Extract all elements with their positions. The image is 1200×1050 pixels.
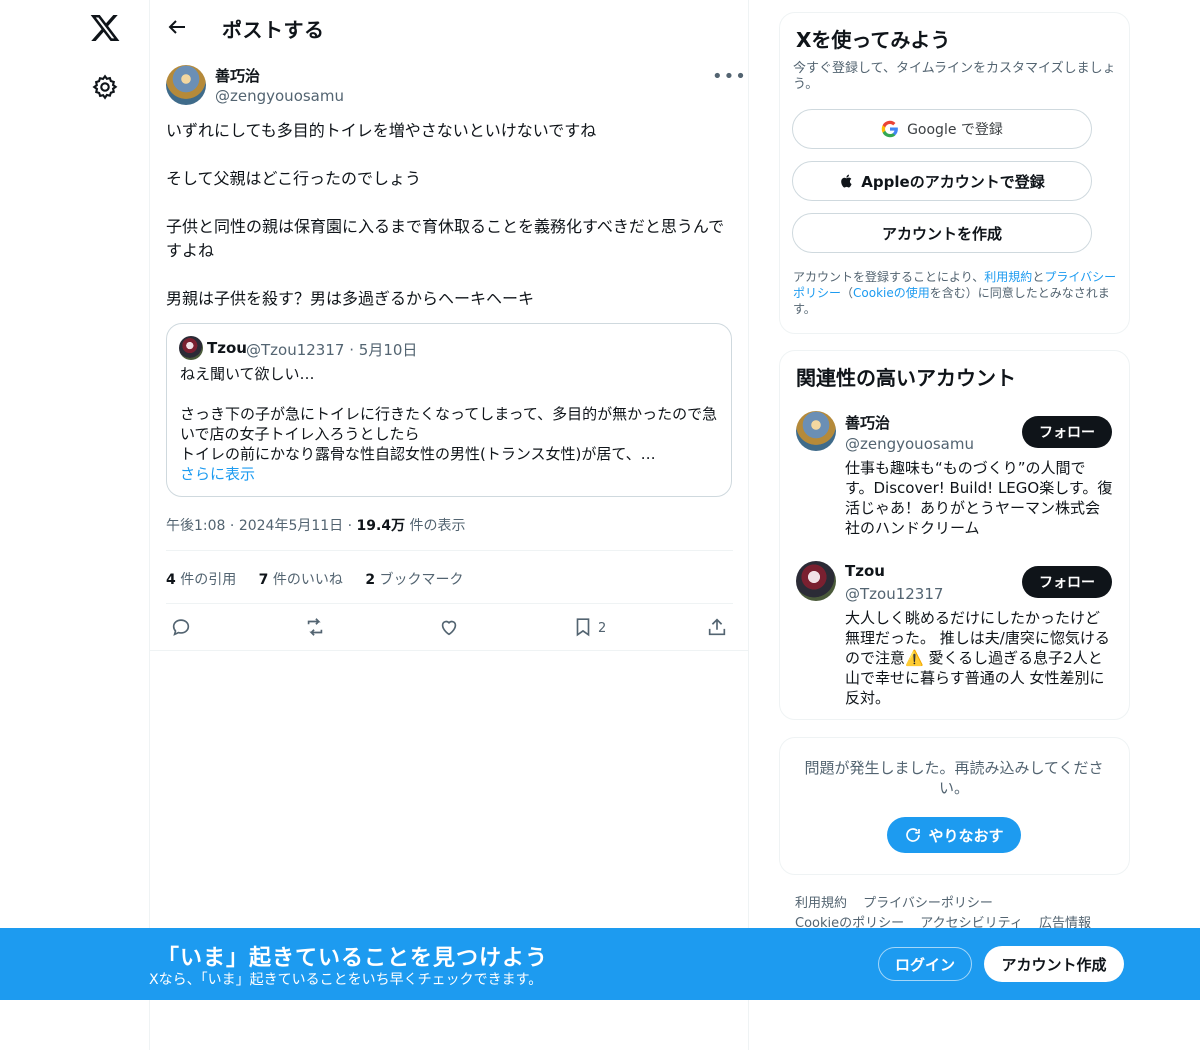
post-paragraph: いずれにしても多目的トイレを増やさないといけないですね [166, 121, 597, 140]
views-label: 件の表示 [409, 518, 466, 534]
post-time[interactable]: 午後1:08 [166, 518, 225, 534]
avatar[interactable] [796, 561, 836, 601]
quote-paragraph: ねえ聞いて欲しい… [180, 365, 315, 383]
signup-title: Xを使ってみよう [796, 28, 951, 52]
follow-button[interactable]: フォロー [1022, 566, 1112, 598]
google-signup-button[interactable]: Google で登録 [792, 109, 1092, 149]
quote-meta: @Tzou12317 · 5月10日 [246, 339, 417, 360]
banner-title: 「いま」起きていることを見つけよう [157, 946, 549, 971]
create-account-button[interactable]: アカウントを作成 [792, 213, 1092, 253]
show-more-link[interactable]: さらに表示 [180, 464, 725, 484]
post-text: いずれにしても多目的トイレを増やさないといけないですね そして父親はどこ行ったの… [166, 119, 732, 335]
apple-signup-label: Appleのアカウントで登録 [861, 172, 1045, 191]
likes-stat[interactable]: 7 件のいいね [259, 572, 343, 588]
google-signup-label: Google で登録 [907, 122, 1003, 138]
meta-separator: · [347, 518, 353, 534]
divider [150, 650, 748, 651]
footer-link[interactable]: プライバシーポリシー [863, 896, 993, 911]
quote-paragraph: さっき下の子が急にトイレに行きたくなってしまって、多目的が無かったので急いで店の… [180, 405, 718, 463]
avatar[interactable] [166, 65, 206, 105]
cookie-link[interactable]: Cookieの使用 [853, 286, 930, 300]
views-count: 19.4万 [356, 518, 406, 534]
post-stats: 4 件の引用 7 件のいいね 2 ブックマーク [166, 569, 482, 589]
login-button[interactable]: ログイン [878, 947, 972, 981]
post-paragraph: 子供と同性の親は保育園に入るまで育休取ることを義務化すべきだと思うんですよね [166, 217, 725, 260]
x-logo-icon[interactable] [89, 12, 121, 44]
terms-text: アカウントを登録することにより、利用規約とプライバシーポリシー（Cookieの使… [793, 269, 1118, 317]
author-handle[interactable]: @zengyouosamu [215, 87, 344, 105]
post-meta: 午後1:08 · 2024年5月11日 · 19.4万 件の表示 [166, 515, 466, 535]
bookmarks-stat[interactable]: 2 ブックマーク [365, 572, 463, 588]
quote-separator: · [349, 341, 354, 359]
author-name[interactable]: 善巧治 [215, 65, 260, 86]
arrow-left-icon[interactable] [165, 15, 189, 39]
signup-button[interactable]: アカウント作成 [984, 946, 1124, 982]
apple-signup-button[interactable]: Appleのアカウントで登録 [792, 161, 1092, 201]
like-icon[interactable] [438, 616, 460, 638]
reply-icon[interactable] [170, 616, 192, 638]
avatar[interactable] [796, 411, 836, 451]
page-title: ポストする [222, 18, 325, 42]
share-icon[interactable] [706, 616, 728, 638]
account-name[interactable]: 善巧治 [845, 412, 890, 433]
terms-link[interactable]: 利用規約 [984, 270, 1032, 284]
post-paragraph: 男親は子供を殺す？男は多過ぎるからヘーキヘーキ [166, 289, 535, 308]
terms-part: （ [841, 286, 854, 300]
left-nav [0, 0, 150, 1050]
account-name[interactable]: Tzou [845, 562, 885, 580]
account-bio: 仕事も趣味も“ものづくり”の人間です。Discover! Build! LEGO… [845, 459, 1113, 537]
relevant-title: 関連性の高いアカウント [796, 366, 1016, 390]
terms-part: と [1032, 270, 1045, 284]
account-handle[interactable]: @Tzou12317 [845, 585, 943, 603]
quotes-stat[interactable]: 4 件の引用 [166, 572, 236, 588]
more-horizontal-icon[interactable]: ••• [712, 66, 747, 87]
gear-icon[interactable] [91, 73, 119, 101]
retweet-icon[interactable] [304, 616, 326, 638]
quote-text: ねえ聞いて欲しい… さっき下の子が急にトイレに行きたくなってしまって、多目的が無… [180, 364, 725, 484]
quote-date: 5月10日 [358, 341, 418, 359]
bookmark-icon[interactable] [572, 616, 594, 638]
quote-handle: @Tzou12317 [246, 341, 345, 359]
divider [166, 603, 733, 604]
terms-part: アカウントを登録することにより、 [793, 270, 985, 284]
follow-button[interactable]: フォロー [1022, 416, 1112, 448]
bookmark-count: 2 [598, 621, 607, 636]
signup-subtitle: 今すぐ登録して、タイムラインをカスタマイズしましょう。 [793, 61, 1116, 92]
error-message: 問題が発生しました。再読み込みしてください。 [804, 759, 1104, 797]
account-bio: 大人しく眺めるだけにしたかったけど無理だった。 推しは夫/唐突に惚気けるので注意… [845, 609, 1110, 707]
divider [166, 550, 733, 551]
post-date[interactable]: 2024年5月11日 [239, 518, 343, 534]
apple-icon [839, 172, 855, 190]
retry-button[interactable]: やりなおす [887, 817, 1021, 853]
footer-links: 利用規約 プライバシーポリシー [795, 892, 1005, 911]
retry-label: やりなおす [928, 826, 1004, 845]
footer-link[interactable]: 利用規約 [795, 896, 847, 911]
quote-author-name: Tzou [207, 339, 247, 357]
google-icon [881, 120, 899, 138]
quote-avatar [179, 336, 203, 360]
post-paragraph: そして父親はどこ行ったのでしょう [166, 169, 422, 188]
banner-subtitle: Xなら、「いま」起きていることをいち早くチェックできます。 [149, 972, 543, 988]
meta-separator: · [229, 518, 235, 534]
account-handle[interactable]: @zengyouosamu [845, 435, 974, 453]
refresh-icon [904, 826, 922, 844]
